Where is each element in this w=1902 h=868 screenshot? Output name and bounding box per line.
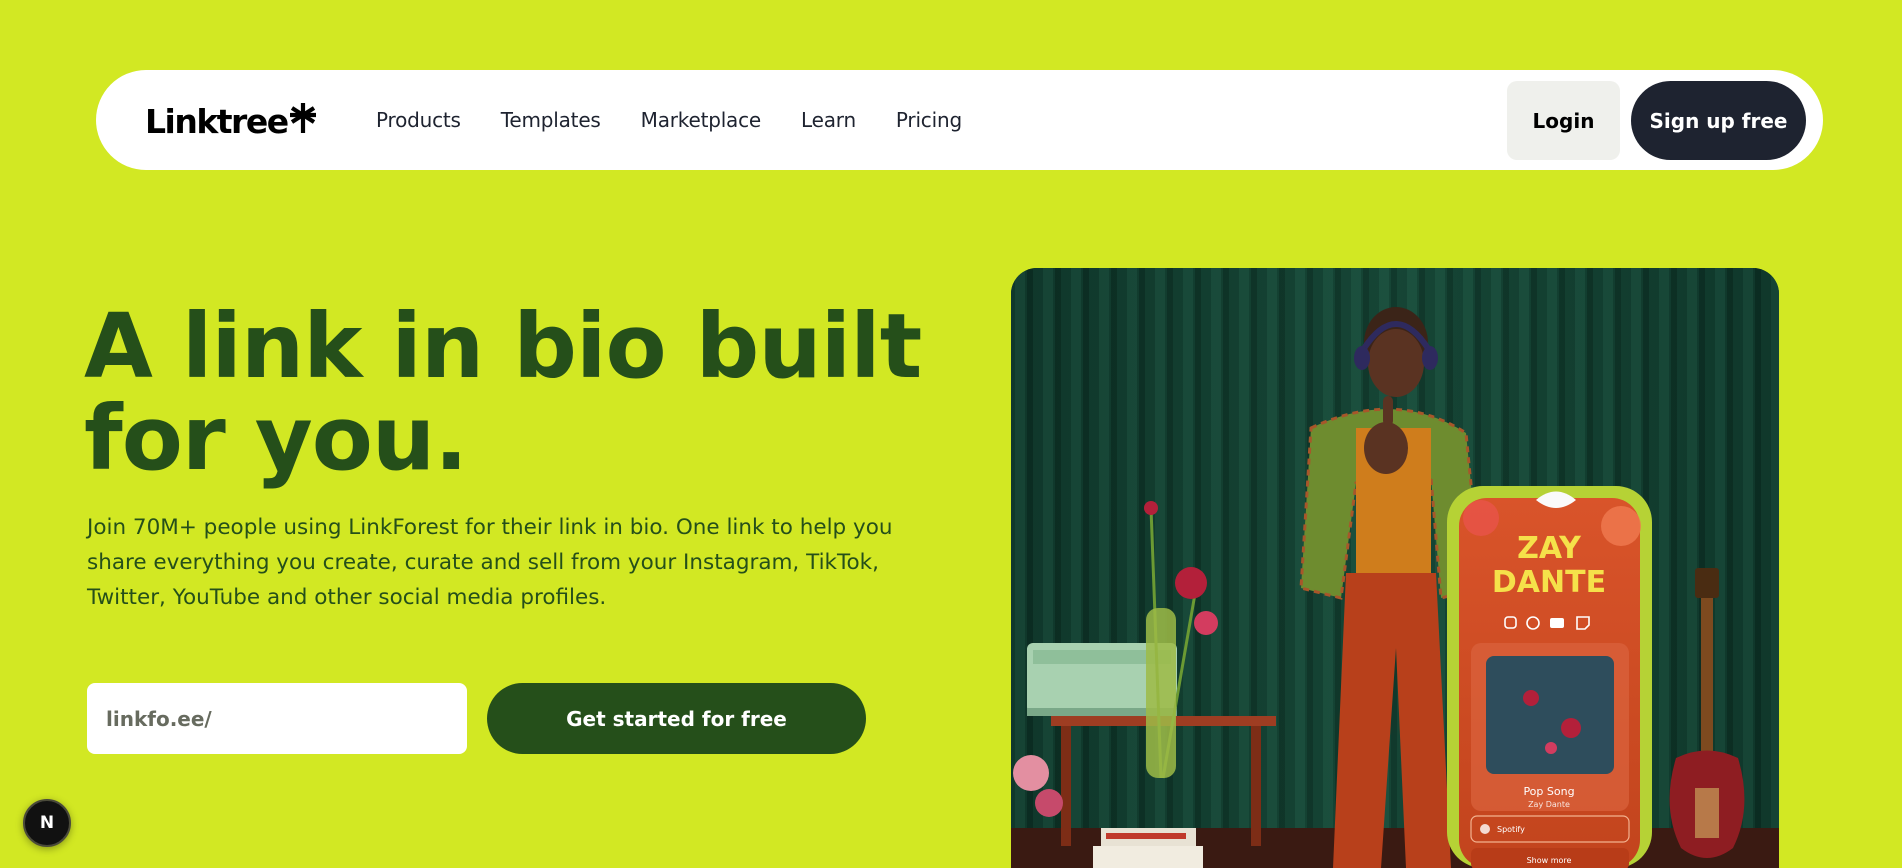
show-more-label: Show more	[1527, 856, 1572, 865]
nav-link-marketplace[interactable]: Marketplace	[641, 108, 762, 132]
spotify-link-label: Spotify	[1497, 825, 1525, 834]
song-title: Pop Song	[1523, 785, 1574, 798]
artist-name-line-1: ZAY	[1517, 531, 1582, 566]
linktree-logo[interactable]: Linktree	[145, 102, 316, 141]
nav-link-pricing[interactable]: Pricing	[896, 108, 962, 132]
top-navbar: Linktree Products Templates Marketplace …	[96, 70, 1823, 170]
nav-link-templates[interactable]: Templates	[501, 108, 601, 132]
nav-link-products[interactable]: Products	[376, 108, 461, 132]
headline-line-2: for you.	[84, 386, 468, 490]
n-badge-icon[interactable]: N	[23, 799, 71, 847]
asterisk-logo-icon	[289, 102, 316, 133]
song-artist: Zay Dante	[1528, 800, 1570, 809]
phone-mockup: ZAY DANTE Pop Song Zay Dante Spotify Sho…	[1447, 486, 1652, 868]
badge-label: N	[39, 813, 55, 833]
main-menu: Products Templates Marketplace Learn Pri…	[376, 70, 1002, 170]
logo-wordmark: Linktree	[145, 102, 289, 141]
get-started-button[interactable]: Get started for free	[487, 683, 866, 754]
headline-line-1: A link in bio built	[84, 294, 922, 398]
signup-button[interactable]: Sign up free	[1631, 81, 1806, 160]
hero-subtext: Join 70M+ people using LinkForest for th…	[87, 515, 893, 610]
hero-illustration: ZAY DANTE Pop Song Zay Dante Spotify Sho…	[1011, 268, 1779, 868]
username-input[interactable]	[87, 683, 467, 754]
hero-image: ZAY DANTE Pop Song Zay Dante Spotify Sho…	[1011, 268, 1779, 868]
hero-headline: A link in bio built for you.	[84, 300, 984, 484]
login-button[interactable]: Login	[1507, 81, 1620, 160]
youtube-icon	[1550, 618, 1564, 628]
nav-link-learn[interactable]: Learn	[801, 108, 856, 132]
artist-name-line-2: DANTE	[1492, 565, 1606, 600]
